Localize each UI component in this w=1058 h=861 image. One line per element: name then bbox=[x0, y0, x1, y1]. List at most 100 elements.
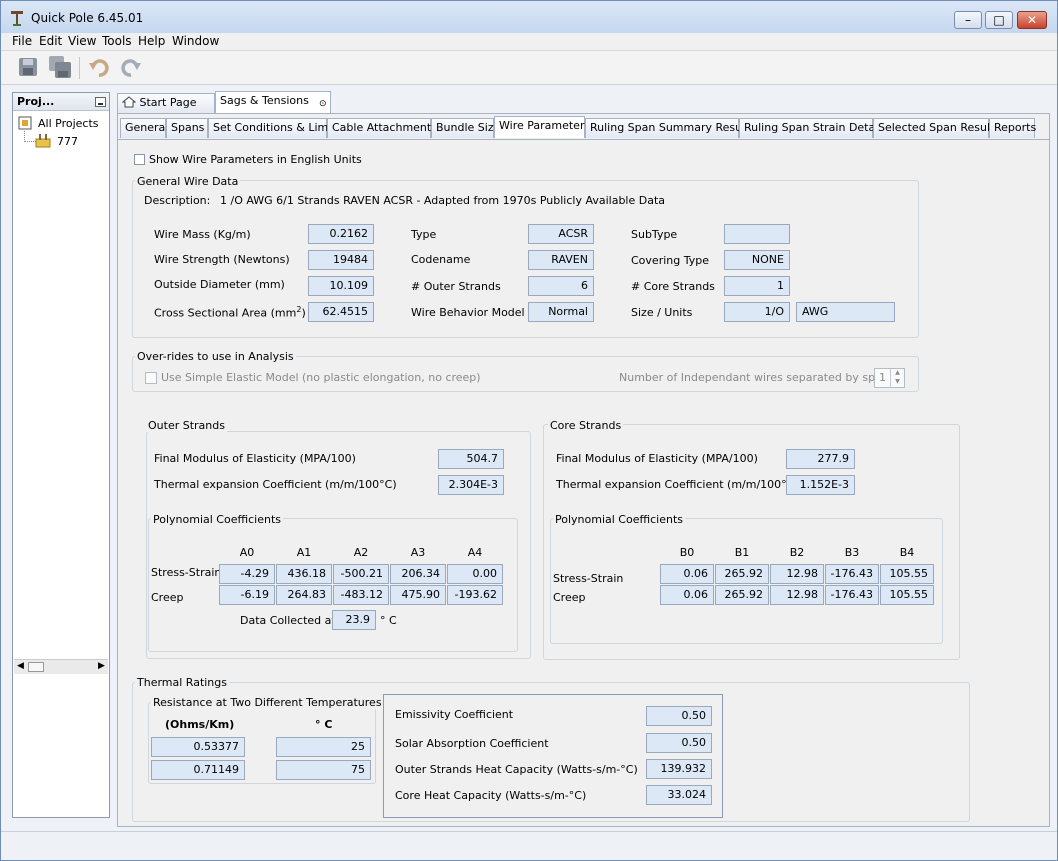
independent-wires-spinner[interactable]: 1 ▲ ▼ bbox=[874, 368, 905, 388]
document-tabs: Start Page Sags & Tensions ⊙ bbox=[117, 91, 331, 113]
core-creep-b0[interactable]: 0.06 bbox=[660, 585, 714, 605]
maximize-button[interactable]: □ bbox=[985, 11, 1013, 29]
cross-area-field[interactable]: 62.4515 bbox=[308, 302, 374, 322]
tree-item-project[interactable]: 777 bbox=[57, 135, 78, 148]
tab-selected-span-results[interactable]: Selected Span Results bbox=[873, 118, 1000, 138]
core-thermal-field[interactable]: 1.152E-3 bbox=[786, 475, 855, 495]
menu-file[interactable]: File bbox=[12, 34, 32, 48]
covering-type-label: Covering Type bbox=[631, 254, 709, 267]
emissivity-field[interactable]: 0.50 bbox=[646, 706, 712, 726]
size-field[interactable]: 1/O bbox=[724, 302, 790, 322]
outer-header-a2: A2 bbox=[353, 546, 369, 559]
outside-diameter-field[interactable]: 10.109 bbox=[308, 276, 374, 296]
menu-tools[interactable]: Tools bbox=[102, 34, 132, 48]
wire-strength-field[interactable]: 19484 bbox=[308, 250, 374, 270]
scroll-thumb[interactable] bbox=[28, 662, 44, 672]
core-stress-b4[interactable]: 105.55 bbox=[880, 564, 934, 584]
core-creep-b3[interactable]: -176.43 bbox=[825, 585, 879, 605]
codename-field[interactable]: RAVEN bbox=[528, 250, 594, 270]
outer-stress-a3[interactable]: 206.34 bbox=[390, 564, 446, 584]
data-collected-unit: ° C bbox=[380, 614, 397, 627]
project-horizontal-scrollbar[interactable]: ◀ ▶ bbox=[14, 659, 108, 674]
type-label: Type bbox=[411, 228, 437, 241]
tab-cable-attachments[interactable]: Cable Attachments bbox=[327, 118, 437, 138]
tab-wire-parameters[interactable]: Wire Parameters bbox=[494, 116, 590, 138]
scroll-right-icon: ▶ bbox=[98, 661, 105, 671]
tree-item-all-projects[interactable]: All Projects bbox=[38, 117, 99, 130]
minimize-button[interactable]: – bbox=[954, 11, 982, 29]
core-stress-b0[interactable]: 0.06 bbox=[660, 564, 714, 584]
covering-type-field[interactable]: NONE bbox=[724, 250, 790, 270]
tab-bundle-size[interactable]: Bundle Size bbox=[431, 118, 500, 138]
save-all-button[interactable] bbox=[48, 55, 72, 79]
outer-creep-a3[interactable]: 475.90 bbox=[390, 585, 446, 605]
degrees-header: ° C bbox=[315, 718, 333, 731]
outer-stress-a2[interactable]: -500.21 bbox=[333, 564, 389, 584]
menu-view[interactable]: View bbox=[68, 34, 96, 48]
spinner-down-icon[interactable]: ▼ bbox=[890, 378, 904, 387]
wire-mass-label: Wire Mass (Kg/m) bbox=[154, 228, 251, 241]
resistance-temp-2[interactable]: 75 bbox=[276, 760, 371, 780]
main-content: General Spans Set Conditions & Limits Ca… bbox=[117, 113, 1050, 827]
outer-heat-capacity-field[interactable]: 139.932 bbox=[646, 759, 712, 779]
core-stress-b1[interactable]: 265.92 bbox=[715, 564, 769, 584]
tab-reports[interactable]: Reports bbox=[989, 118, 1036, 138]
save-button[interactable] bbox=[16, 55, 40, 79]
close-button[interactable]: ✕ bbox=[1017, 11, 1047, 29]
tab-sags-tensions-label: Sags & Tensions bbox=[220, 94, 309, 107]
data-collected-field[interactable]: 23.9 bbox=[332, 610, 376, 630]
units-field[interactable]: AWG bbox=[796, 302, 895, 322]
tab-general[interactable]: General bbox=[120, 118, 168, 138]
panel-minimize-icon bbox=[98, 103, 103, 105]
core-modulus-field[interactable]: 277.9 bbox=[786, 449, 855, 469]
outer-thermal-label: Thermal expansion Coefficient (m/m/100°C… bbox=[154, 478, 397, 491]
outer-thermal-field[interactable]: 2.304E-3 bbox=[438, 475, 504, 495]
tab-start-page[interactable]: Start Page bbox=[117, 93, 215, 113]
core-creep-b2[interactable]: 12.98 bbox=[770, 585, 824, 605]
resistance-ohms-1[interactable]: 0.53377 bbox=[151, 737, 245, 757]
tab-close-icon[interactable]: ⊙ bbox=[319, 95, 327, 113]
panel-minimize-button[interactable] bbox=[95, 97, 106, 107]
outer-creep-a0[interactable]: -6.19 bbox=[219, 585, 275, 605]
tab-spans[interactable]: Spans bbox=[166, 118, 208, 138]
outer-strands-field[interactable]: 6 bbox=[528, 276, 594, 296]
outer-stress-a4[interactable]: 0.00 bbox=[447, 564, 503, 584]
cross-area-label: Cross Sectional Area (mm2) bbox=[154, 305, 306, 320]
tab-set-conditions[interactable]: Set Conditions & Limits bbox=[208, 118, 341, 138]
core-stress-b2[interactable]: 12.98 bbox=[770, 564, 824, 584]
simple-elastic-checkbox[interactable] bbox=[145, 372, 157, 384]
spinner-up-icon[interactable]: ▲ bbox=[890, 369, 904, 378]
overrides-title: Over-rides to use in Analysis bbox=[135, 350, 296, 363]
outer-stress-a1[interactable]: 436.18 bbox=[276, 564, 332, 584]
tab-ruling-span-strain[interactable]: Ruling Span Strain Details bbox=[739, 118, 887, 138]
outer-stress-a0[interactable]: -4.29 bbox=[219, 564, 275, 584]
outer-modulus-field[interactable]: 504.7 bbox=[438, 449, 504, 469]
tab-ruling-span-summary[interactable]: Ruling Span Summary Results bbox=[585, 118, 755, 138]
english-units-checkbox[interactable] bbox=[134, 154, 145, 165]
maximize-icon: □ bbox=[993, 13, 1005, 27]
outer-header-a4: A4 bbox=[467, 546, 483, 559]
outer-creep-a4[interactable]: -193.62 bbox=[447, 585, 503, 605]
core-stress-b3[interactable]: -176.43 bbox=[825, 564, 879, 584]
resistance-temp-1[interactable]: 25 bbox=[276, 737, 371, 757]
core-heat-capacity-field[interactable]: 33.024 bbox=[646, 785, 712, 805]
menu-edit[interactable]: Edit bbox=[39, 34, 62, 48]
outer-creep-a2[interactable]: -483.12 bbox=[333, 585, 389, 605]
core-strands-field[interactable]: 1 bbox=[724, 276, 790, 296]
independent-wires-value: 1 bbox=[879, 371, 886, 384]
core-creep-b1[interactable]: 265.92 bbox=[715, 585, 769, 605]
menu-help[interactable]: Help bbox=[138, 34, 165, 48]
solar-absorption-field[interactable]: 0.50 bbox=[646, 733, 712, 753]
menu-window[interactable]: Window bbox=[172, 34, 219, 48]
wire-behavior-field[interactable]: Normal bbox=[528, 302, 594, 322]
undo-button[interactable] bbox=[87, 55, 111, 79]
tab-sags-tensions[interactable]: Sags & Tensions ⊙ bbox=[215, 91, 331, 113]
type-field[interactable]: ACSR bbox=[528, 224, 594, 244]
core-creep-b4[interactable]: 105.55 bbox=[880, 585, 934, 605]
outer-creep-a1[interactable]: 264.83 bbox=[276, 585, 332, 605]
redo-button[interactable] bbox=[119, 55, 143, 79]
resistance-ohms-2[interactable]: 0.71149 bbox=[151, 760, 245, 780]
wire-mass-field[interactable]: 0.2162 bbox=[308, 224, 374, 244]
subtype-field[interactable] bbox=[724, 224, 790, 244]
tab-start-page-label: Start Page bbox=[139, 96, 197, 109]
